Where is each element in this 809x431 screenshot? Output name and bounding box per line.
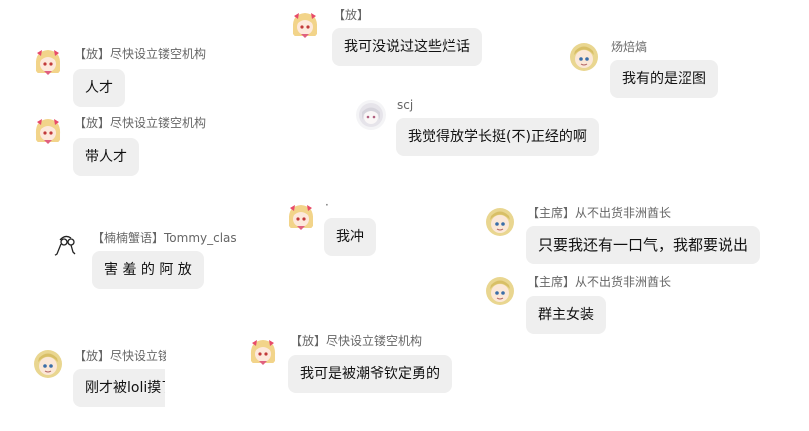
sender-name: 【放】 <box>333 8 370 22</box>
message-bubble: 我觉得放学长挺(不)正经的啊 <box>396 118 599 156</box>
message-bubble: 刚才被loli摸了 <box>73 369 165 407</box>
avatar[interactable] <box>33 349 63 379</box>
avatar[interactable] <box>290 10 320 40</box>
avatar[interactable] <box>569 42 599 72</box>
avatar[interactable] <box>33 47 63 77</box>
sender-name: 【放】尽快设立镂空机构 <box>74 116 207 130</box>
avatar[interactable] <box>248 337 278 367</box>
sender-name: 【主席】从不出货非洲酋长 <box>527 275 672 289</box>
message-bubble: 我有的是涩图 <box>610 60 718 98</box>
message-bubble: 带人才 <box>73 138 139 176</box>
message-bubble: 我可没说过这些烂话 <box>332 28 482 66</box>
sender-name: 【放】尽快设立镂 <box>74 349 166 363</box>
sender-name: 【放】尽快设立镂空机构 <box>74 47 207 61</box>
avatar[interactable] <box>356 100 386 130</box>
message-bubble: 我可是被潮爷钦定勇的 <box>288 355 452 393</box>
avatar[interactable] <box>485 207 515 237</box>
sender-name: 【放】尽快设立镂空机构 <box>290 334 423 348</box>
message-bubble: 只要我还有一口气，我都要说出 <box>526 226 761 264</box>
sender-name: · <box>325 198 329 212</box>
message-bubble: 害 羞 的 阿 放 <box>92 251 204 289</box>
sender-name: 炀焙熇 <box>611 40 648 54</box>
message-bubble: 人才 <box>73 69 125 107</box>
avatar[interactable] <box>485 276 515 306</box>
message-bubble: 群主女装 <box>526 296 606 334</box>
sender-name: 【主席】从不出货非洲酋长 <box>527 206 672 220</box>
sender-name: scj <box>397 98 414 112</box>
avatar[interactable] <box>51 230 81 260</box>
avatar[interactable] <box>33 116 63 146</box>
sender-name: 【楠楠蟹语】Tommy_clas <box>92 231 237 245</box>
avatar[interactable] <box>286 202 316 232</box>
message-bubble: 我冲 <box>324 218 376 256</box>
